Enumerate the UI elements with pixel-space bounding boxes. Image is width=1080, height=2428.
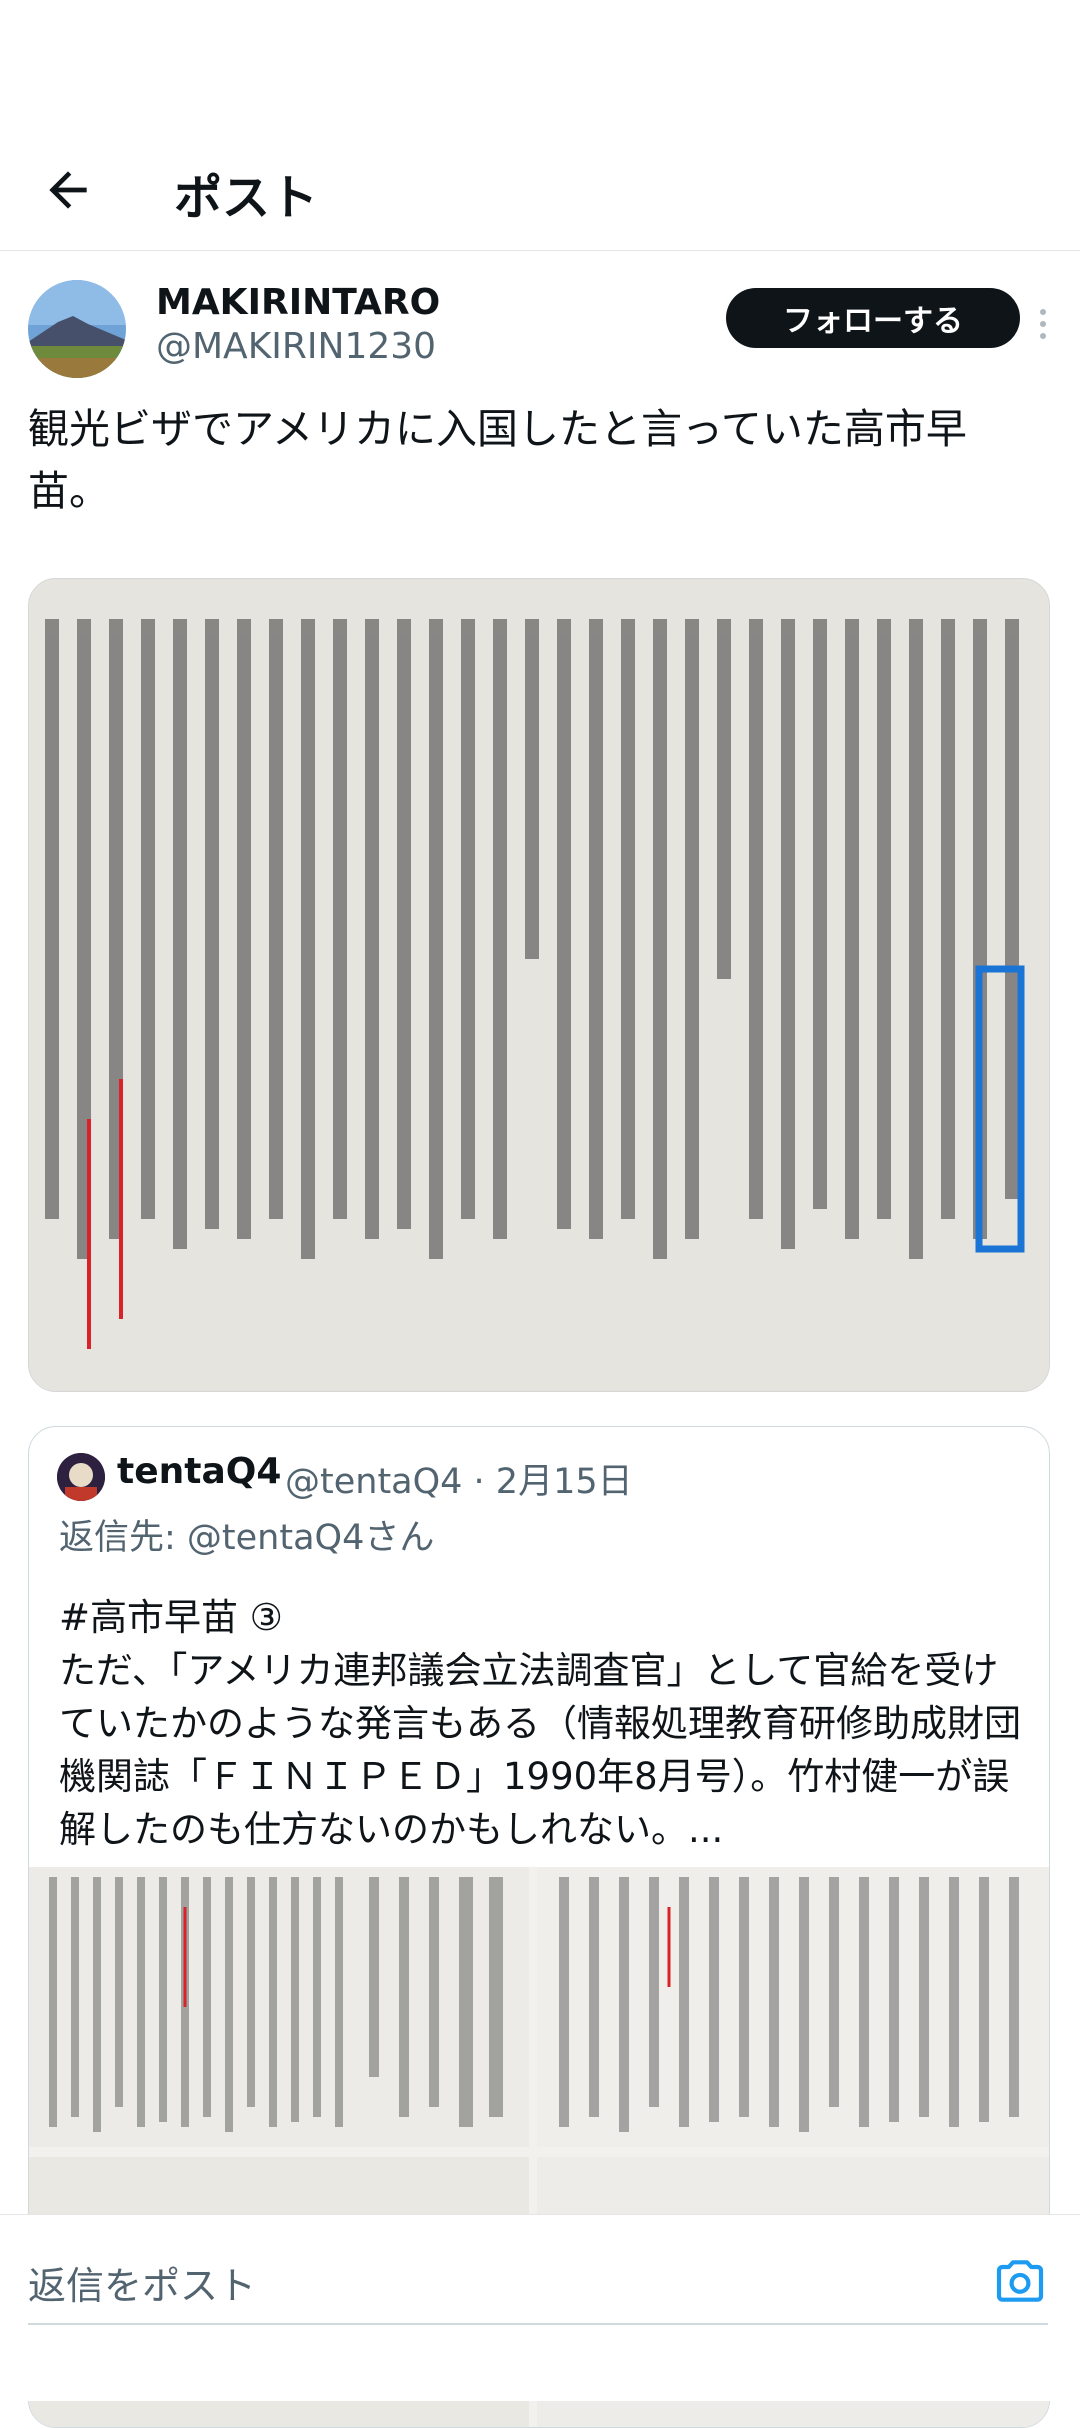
quoted-handle-date: @tentaQ4 · 2月15日 — [285, 1462, 633, 1502]
display-name[interactable]: MAKIRINTARO — [156, 282, 440, 323]
reply-bar: 返信をポスト — [0, 2214, 1080, 2401]
user-handle[interactable]: @MAKIRIN1230 — [156, 326, 436, 367]
reply-underline — [28, 2323, 1048, 2325]
post-author: MAKIRINTARO @MAKIRIN1230 フォローする — [28, 280, 1058, 380]
quoted-display-name: tentaQ4 — [117, 1451, 282, 1492]
post-image[interactable] — [28, 578, 1050, 1392]
scanned-page-image — [29, 579, 1049, 1391]
top-bar: ポスト — [0, 140, 1080, 251]
page-title: ポスト — [174, 170, 319, 226]
back-arrow-icon[interactable] — [40, 162, 96, 218]
follow-button[interactable]: フォローする — [726, 288, 1020, 348]
more-vertical-icon[interactable] — [1028, 304, 1058, 344]
post-text: 観光ビザでアメリカに入国したと言っていた高市早苗。 — [28, 405, 967, 515]
quoted-avatar[interactable] — [57, 1453, 105, 1501]
reply-to-label: 返信先: @tentaQ4さん — [59, 1518, 435, 1558]
camera-icon[interactable] — [992, 2253, 1048, 2309]
quoted-text: #高市早苗 ③ ただ、「アメリカ連邦議会立法調査官」として官給を受けていたかのよ… — [59, 1596, 1021, 1851]
reply-input[interactable]: 返信をポスト — [28, 2255, 256, 2310]
avatar[interactable] — [28, 280, 126, 378]
